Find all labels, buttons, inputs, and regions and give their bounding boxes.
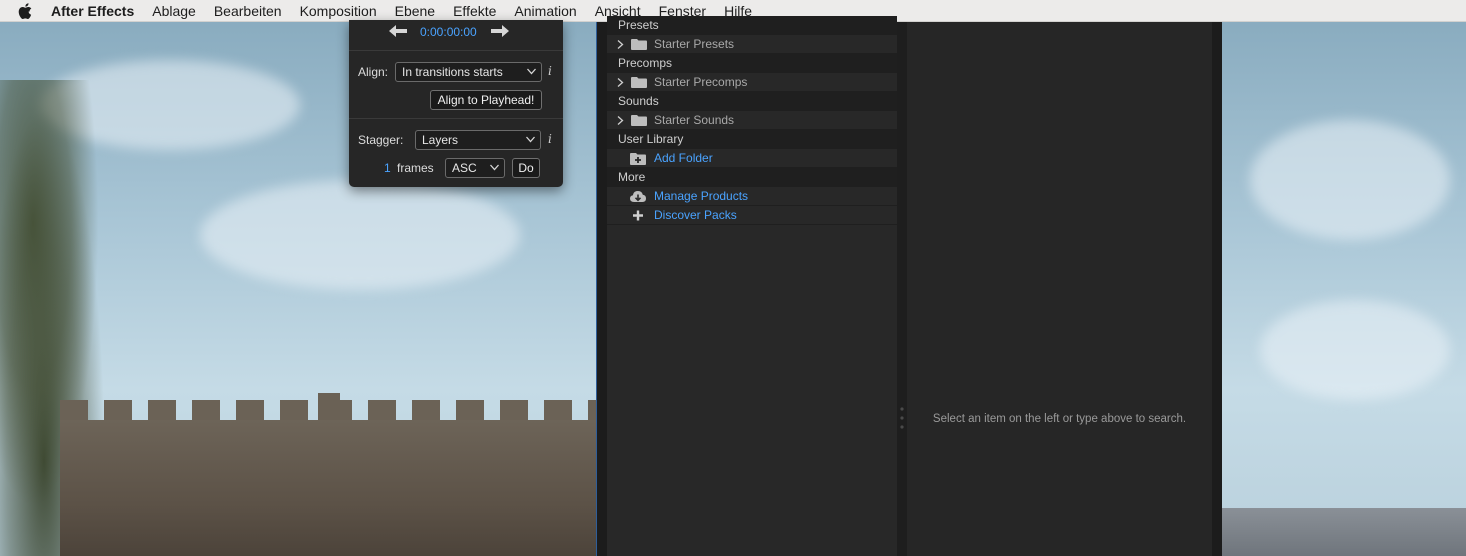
align-select-value: In transitions starts	[402, 65, 503, 79]
order-select[interactable]: ASC	[445, 158, 505, 178]
detail-empty-hint: Select an item on the left or type above…	[932, 413, 1187, 425]
pane-splitter[interactable]	[897, 22, 907, 556]
list-item-starter-presets[interactable]: Starter Presets	[607, 35, 897, 54]
section-precomps: Precomps	[607, 54, 897, 73]
list-item-starter-precomps[interactable]: Starter Precomps	[607, 73, 897, 92]
arrow-right-icon[interactable]	[491, 25, 509, 37]
chevron-down-icon	[527, 68, 536, 75]
panel-divider	[349, 118, 563, 119]
wallpaper-cloud	[1250, 120, 1450, 240]
order-select-value: ASC	[452, 161, 477, 175]
library-list: Presets Starter Presets Precomps Starter…	[607, 16, 897, 556]
left-gutter	[597, 22, 607, 556]
add-folder-label: Add Folder	[654, 151, 713, 165]
chevron-right-icon[interactable]	[617, 78, 624, 87]
stagger-select[interactable]: Layers	[415, 130, 541, 150]
timecode-row: 0:00:00:00	[349, 20, 563, 51]
chevron-down-icon	[526, 136, 535, 143]
arrow-left-icon[interactable]	[389, 25, 407, 37]
align-stagger-panel: 0:00:00:00 Align: In transitions starts …	[349, 20, 563, 187]
list-item-label: Starter Sounds	[654, 113, 735, 127]
wallpaper-roof	[1222, 508, 1466, 556]
section-sounds: Sounds	[607, 92, 897, 111]
wallpaper-cloud	[200, 180, 520, 290]
apple-logo-icon[interactable]	[18, 2, 32, 19]
stagger-info-icon[interactable]: i	[548, 132, 552, 146]
align-label: Align:	[358, 65, 389, 79]
folder-icon	[631, 77, 647, 88]
list-item-starter-sounds[interactable]: Starter Sounds	[607, 111, 897, 130]
align-select[interactable]: In transitions starts	[395, 62, 542, 82]
discover-packs-label: Discover Packs	[654, 208, 737, 222]
add-folder-icon	[630, 153, 646, 165]
frames-label: frames	[397, 161, 434, 175]
add-folder-button[interactable]: Add Folder	[607, 149, 897, 168]
menu-bearbeiten[interactable]: Bearbeiten	[214, 3, 282, 19]
list-item-label: Starter Precomps	[654, 75, 748, 89]
section-user-library: User Library	[607, 130, 897, 149]
do-button[interactable]: Do	[512, 158, 540, 178]
section-more: More	[607, 168, 897, 187]
discover-packs-button[interactable]: Discover Packs	[607, 206, 897, 225]
align-to-playhead-button[interactable]: Align to Playhead!	[430, 90, 542, 110]
manage-products-button[interactable]: Manage Products	[607, 187, 897, 206]
menu-ebene[interactable]: Ebene	[395, 3, 435, 19]
manage-products-label: Manage Products	[654, 189, 749, 203]
align-info-icon[interactable]: i	[548, 64, 552, 78]
splitter-grip-icon[interactable]	[899, 406, 905, 436]
frames-count[interactable]: 1	[384, 161, 391, 175]
list-item-label: Starter Presets	[654, 37, 735, 51]
cloud-download-icon	[630, 191, 646, 202]
menu-animation[interactable]: Animation	[514, 3, 576, 19]
chevron-down-icon	[490, 164, 499, 171]
timecode-value[interactable]: 0:00:00:00	[420, 25, 477, 39]
menu-ablage[interactable]: Ablage	[152, 3, 196, 19]
wallpaper-cloud	[1260, 300, 1450, 400]
folder-icon	[631, 39, 647, 50]
detail-pane: Select an item on the left or type above…	[907, 22, 1212, 556]
menu-komposition[interactable]: Komposition	[300, 3, 377, 19]
section-presets: Presets	[607, 16, 897, 35]
stagger-select-value: Layers	[422, 133, 459, 147]
chevron-right-icon[interactable]	[617, 40, 624, 49]
plus-icon	[633, 210, 643, 221]
right-gutter	[1212, 22, 1222, 556]
stagger-label: Stagger:	[358, 133, 404, 147]
menu-effekte[interactable]: Effekte	[453, 3, 496, 19]
folder-icon	[631, 115, 647, 126]
menu-app-name[interactable]: After Effects	[51, 3, 134, 19]
library-window: Presets Starter Presets Precomps Starter…	[596, 16, 1222, 556]
chevron-right-icon[interactable]	[617, 116, 624, 125]
wallpaper-castle	[60, 420, 600, 556]
